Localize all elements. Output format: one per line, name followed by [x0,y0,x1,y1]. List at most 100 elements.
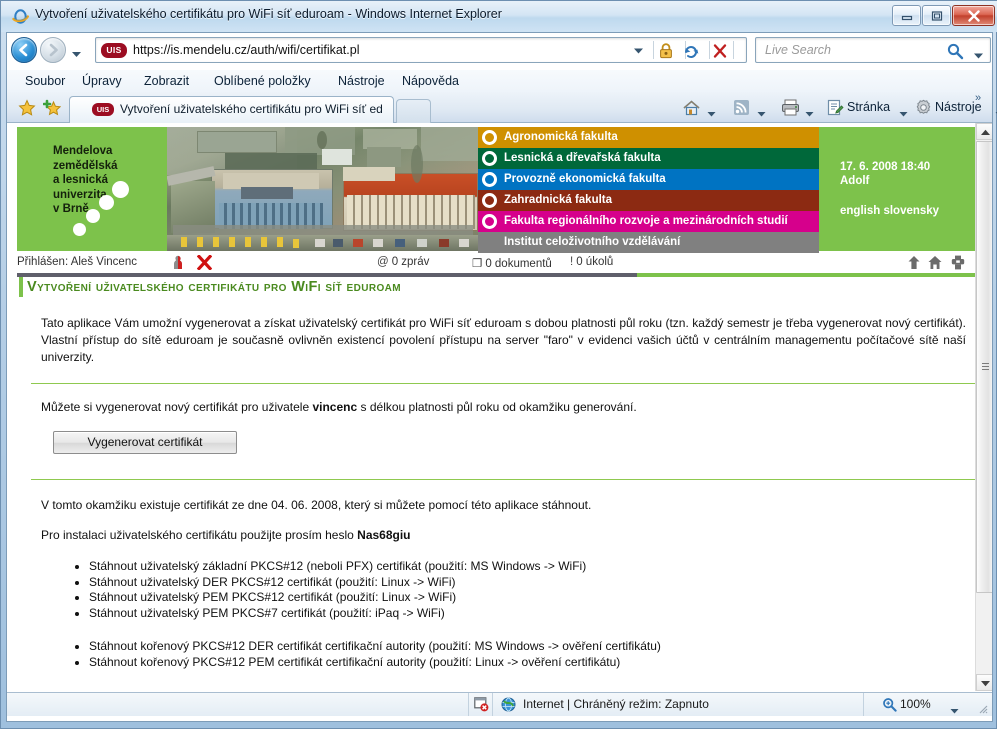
download-link[interactable]: Stáhnout uživatelský základní PKCS#12 (n… [89,559,586,573]
faculty-icon [482,172,497,187]
home-dropdown-icon[interactable] [707,105,716,117]
language-switcher[interactable]: english slovensky [840,205,939,217]
current-datetime: 17. 6. 2008 18:40 [840,161,931,173]
menu-file[interactable]: Soubor [21,73,69,89]
page-menu-label[interactable]: Stránka [847,100,890,114]
print-icon[interactable] [951,255,965,270]
faculty-item-zahradnicka[interactable]: Zahradnická fakulta [478,190,819,211]
new-tab-button[interactable] [396,99,431,123]
intro-paragraph: Tato aplikace Vám umožní vygenerovat a z… [41,316,966,364]
download-link[interactable]: Stáhnout kořenový PKCS#12 DER certifikát… [89,639,661,653]
lock-icon[interactable] [658,42,674,59]
generate-certificate-button[interactable]: Vygenerovat certifikát [53,431,237,454]
session-info-panel: 17. 6. 2008 18:40 Adolf english slovensk… [819,127,975,251]
add-to-favorites-icon[interactable] [42,99,62,117]
print-dropdown-icon[interactable] [805,105,814,117]
popup-blocker-area[interactable] [469,693,493,716]
generate-info-pre: Můžete si vygenerovat nový certifikát pr… [41,400,313,414]
gear-icon[interactable] [915,99,932,121]
window-title: Vytvoření uživatelského certifikátu pro … [35,7,502,21]
page-menu-icon[interactable] [827,99,844,121]
menu-view[interactable]: Zobrazit [140,73,193,89]
maximize-button[interactable] [922,5,951,26]
logo-dot [86,209,100,223]
list-item[interactable]: Stáhnout kořenový PKCS#12 PEM certifikát… [67,655,947,671]
window-title-bar: Vytvoření uživatelského certifikátu pro … [1,1,997,32]
refresh-icon[interactable] [682,42,702,60]
address-dropdown-icon[interactable] [628,38,648,62]
person-icon[interactable] [172,255,186,270]
search-provider-dropdown-icon[interactable] [973,47,984,59]
home-icon[interactable] [928,255,942,270]
address-bar[interactable]: UIS https://is.mendelu.cz/auth/wifi/cert… [95,37,747,63]
search-icon[interactable] [946,42,964,60]
history-dropdown-icon[interactable] [71,46,82,57]
campus-aerial-photo [167,127,478,251]
tab-bar: UIS Vytvoření uživatelského certifikátu … [7,92,997,123]
home-icon[interactable] [682,99,701,122]
popup-blocked-icon[interactable] [474,697,489,712]
faculty-item-agronomicka[interactable]: Agronomická fakulta [478,127,819,148]
close-button[interactable] [952,5,995,26]
window-resize-grip[interactable] [977,702,989,714]
status-message-area [7,693,469,716]
faculty-label: Agronomická fakulta [504,131,618,143]
title-accent-bar [19,277,23,297]
browser-tab[interactable]: UIS Vytvoření uživatelského certifikátu … [69,96,394,123]
list-item[interactable]: Stáhnout uživatelský PEM PKCS#12 certifi… [67,590,947,606]
menu-help[interactable]: Nápověda [398,73,463,89]
scrollbar-grip [982,363,989,371]
stop-icon[interactable] [710,42,730,60]
menu-tools[interactable]: Nástroje [334,73,389,89]
content-divider [31,383,975,384]
generate-username: vincenc [312,400,358,414]
scroll-down-button[interactable] [976,674,992,691]
faculty-item-institut[interactable]: Institut celoživotního vzdělávání [478,232,819,253]
search-input[interactable]: Live Search [755,37,991,63]
download-link[interactable]: Stáhnout kořenový PKCS#12 PEM certifikát… [89,655,620,669]
tasks-count-label: 0 úkolů [576,256,614,268]
scrollbar-thumb[interactable] [976,141,992,593]
site-favicon: UIS [101,43,127,58]
faculty-list: Agronomická fakulta Lesnická a dřevařská… [478,127,819,253]
print-icon[interactable] [781,99,800,121]
zoom-area[interactable]: 100% [864,693,992,716]
at-icon: @ [377,256,389,268]
list-item[interactable]: Stáhnout uživatelský základní PKCS#12 (n… [67,559,947,575]
list-item[interactable]: Stáhnout uživatelský PEM PKCS#7 certifik… [67,606,947,622]
list-item[interactable]: Stáhnout kořenový PKCS#12 DER certifikát… [67,639,947,655]
minimize-button[interactable] [892,5,921,26]
back-button[interactable] [11,37,37,63]
scroll-up-button[interactable] [976,123,992,140]
faculty-item-lesnicka[interactable]: Lesnická a dřevařská fakulta [478,148,819,169]
documents-counter[interactable]: ❐ 0 dokumentů [472,256,552,270]
zoom-dropdown-icon[interactable] [950,702,959,714]
logout-icon[interactable] [196,254,213,271]
list-item[interactable]: Stáhnout uživatelský DER PKCS#12 certifi… [67,575,947,591]
page-scrollbar[interactable] [975,123,992,691]
tasks-counter[interactable]: ! 0 úkolů [570,256,613,268]
user-certificate-links: Stáhnout uživatelský základní PKCS#12 (n… [67,559,947,621]
faculty-item-regionalniho-rozvoje[interactable]: Fakulta regionálního rozvoje a mezinárod… [478,211,819,232]
menu-favorites[interactable]: Oblíbené položky [210,73,315,89]
feeds-dropdown-icon[interactable] [757,105,766,117]
menu-edit[interactable]: Úpravy [78,73,126,89]
faculty-label: Fakulta regionálního rozvoje a mezinárod… [504,215,788,227]
security-zone-area[interactable]: Internet | Chráněný režim: Zapnuto [493,693,864,716]
messages-counter[interactable]: @0 zpráv [377,256,429,268]
password-pre: Pro instalaci uživatelského certifikátu … [41,528,358,542]
faculty-label: Lesnická a dřevařská fakulta [504,152,661,164]
download-link[interactable]: Stáhnout uživatelský DER PKCS#12 certifi… [89,575,455,589]
toolbar-overflow-icon[interactable]: » [975,92,981,104]
download-link[interactable]: Stáhnout uživatelský PEM PKCS#7 certifik… [89,606,445,620]
up-arrow-icon[interactable] [907,255,921,270]
feeds-icon[interactable] [733,99,750,121]
page-menu-dropdown-icon[interactable] [899,105,908,117]
faculty-icon [482,151,497,166]
faculty-item-provozne-ekonomicka[interactable]: Provozně ekonomická fakulta [478,169,819,190]
forward-button[interactable] [40,37,66,63]
internet-explorer-icon [12,8,29,25]
download-link[interactable]: Stáhnout uživatelský PEM PKCS#12 certifi… [89,590,456,604]
favorites-star-icon[interactable] [18,99,36,117]
faculty-icon [482,130,497,145]
